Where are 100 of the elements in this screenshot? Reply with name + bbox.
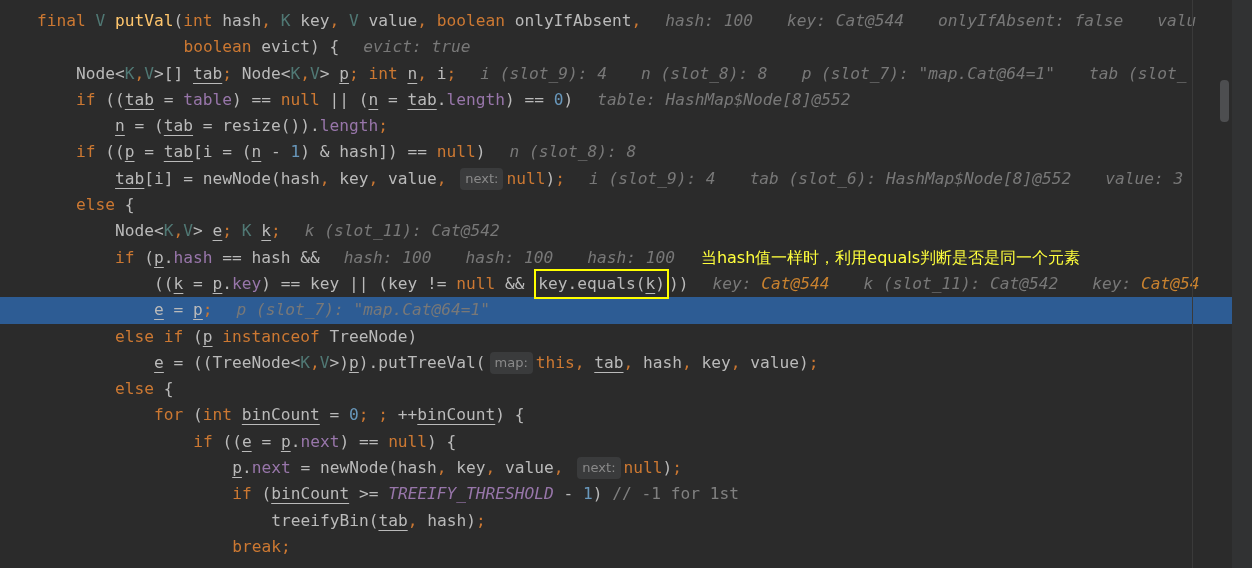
- code-text: ++: [397, 404, 418, 427]
- code-text: ): [545, 167, 556, 190]
- code-text: -: [270, 141, 282, 164]
- debug-value-hint: hash: 100: [587, 246, 675, 269]
- variable-name: p: [202, 325, 213, 348]
- keyword: this: [535, 351, 575, 374]
- keyword: else: [115, 378, 156, 401]
- variable-name: tab: [193, 62, 223, 85]
- field-name: next: [251, 457, 291, 480]
- code-text: i: [436, 62, 447, 85]
- code-text: key: [339, 167, 369, 190]
- code-text: (: [261, 483, 272, 506]
- variable-name: n: [115, 115, 125, 138]
- keyword: ,: [319, 167, 331, 190]
- keyword: instanceof: [221, 325, 321, 348]
- code-text: treeifyBin(: [271, 509, 379, 532]
- keyword: ;: [555, 167, 565, 190]
- variable-name: binCount: [271, 483, 350, 506]
- keyword: boolean: [183, 36, 253, 59]
- code-text: ): [592, 483, 604, 506]
- code-text: =: [328, 404, 341, 427]
- keyword: ,: [417, 10, 428, 32]
- keyword: if: [232, 483, 253, 506]
- keyword: boolean: [436, 10, 506, 32]
- number-literal: 1: [290, 141, 301, 164]
- code-text: >): [329, 351, 350, 374]
- keyword: ,: [310, 351, 320, 374]
- code-text: ) == key || (key !=: [261, 272, 448, 295]
- keyword: null: [436, 141, 476, 164]
- type-parameter: K: [290, 62, 301, 85]
- annotation-text: 当hash值一样时，利用equals判断是否是同一个元素: [700, 246, 1081, 269]
- code-text: .: [290, 430, 301, 453]
- code-text: = newNode(hash: [299, 457, 437, 480]
- code-text: ) {: [427, 430, 457, 453]
- code-text: {: [124, 194, 135, 217]
- scrollbar-thumb[interactable]: [1220, 80, 1229, 122]
- keyword: ,: [368, 167, 380, 190]
- keyword: ;: [808, 351, 819, 374]
- variable-name: n: [251, 141, 262, 164]
- code-text: evict) {: [261, 36, 340, 59]
- keyword: ,: [623, 351, 635, 374]
- debug-value-hint: p (slot_7): "map.Cat@64=1": [801, 62, 1055, 85]
- code-text: =: [172, 299, 185, 322]
- code-text: TreeNode): [329, 325, 418, 348]
- code-text: .: [241, 457, 252, 480]
- debug-value-hint: Cat@544: [761, 272, 830, 295]
- debug-value-hint: i (slot_9): 4: [480, 62, 607, 85]
- debug-value-hint: hash: 100: [343, 246, 432, 269]
- code-text: Node<: [115, 220, 164, 243]
- keyword: ;: [222, 220, 234, 243]
- debug-value-hint: hash: 100: [465, 246, 554, 269]
- code-text: )): [668, 272, 689, 295]
- code-text: >[]: [154, 62, 185, 85]
- keyword: ,: [574, 351, 586, 374]
- code-text: key.equals(: [538, 273, 646, 293]
- debug-value-hint: tab (slot_: [1089, 62, 1187, 85]
- debug-value-hint: Cat@54: [1141, 272, 1200, 295]
- variable-name: p: [193, 299, 203, 322]
- variable-name: tab: [378, 509, 408, 532]
- type-parameter: V: [319, 351, 330, 374]
- keyword: null: [506, 167, 546, 190]
- field-name: table: [183, 88, 232, 111]
- keyword: null: [280, 88, 320, 111]
- code-text: ((: [105, 88, 125, 111]
- variable-name: p: [212, 272, 223, 295]
- variable-name: tab: [124, 88, 155, 111]
- code-text: onlyIfAbsent: [514, 10, 632, 32]
- type-parameter: V: [348, 10, 360, 32]
- code-text: =: [260, 430, 273, 453]
- variable-name: p: [280, 430, 291, 453]
- code-text: ).putTreeVal(: [358, 351, 486, 374]
- debug-value-hint: k (slot_11): Cat@542: [863, 272, 1059, 295]
- code-text: .: [436, 88, 447, 111]
- variable-name: p: [339, 62, 349, 85]
- variable-name: p: [349, 351, 359, 374]
- keyword: ,: [300, 62, 310, 85]
- code-text: key: [701, 351, 731, 374]
- keyword: ,: [485, 457, 497, 480]
- keyword: ;: [475, 509, 486, 532]
- keyword: ,: [134, 62, 145, 85]
- debug-value-hint: key:: [1092, 272, 1133, 295]
- code-text: .: [222, 272, 233, 295]
- debug-value-hint: hash: 100: [665, 10, 754, 32]
- variable-name: k: [261, 220, 272, 243]
- debug-value-hint: n (slot_8): 8: [640, 62, 768, 85]
- code-text: Node<: [241, 62, 291, 85]
- code-text: value: [505, 457, 554, 480]
- code-text: = ((TreeNode<: [172, 351, 301, 374]
- code-text: ) ==: [232, 88, 272, 111]
- field-name: length: [319, 115, 379, 138]
- code-text: ) ==: [339, 430, 380, 453]
- keyword: ,: [407, 509, 419, 532]
- code-text: (: [144, 246, 155, 269]
- keyword: else: [76, 194, 116, 217]
- code-text: value: [368, 10, 418, 32]
- variable-name: p: [124, 141, 135, 164]
- code-text: hash: [643, 351, 682, 374]
- code-text: ((: [154, 272, 174, 295]
- number-literal: 0: [349, 404, 359, 427]
- keyword: ,: [436, 167, 448, 190]
